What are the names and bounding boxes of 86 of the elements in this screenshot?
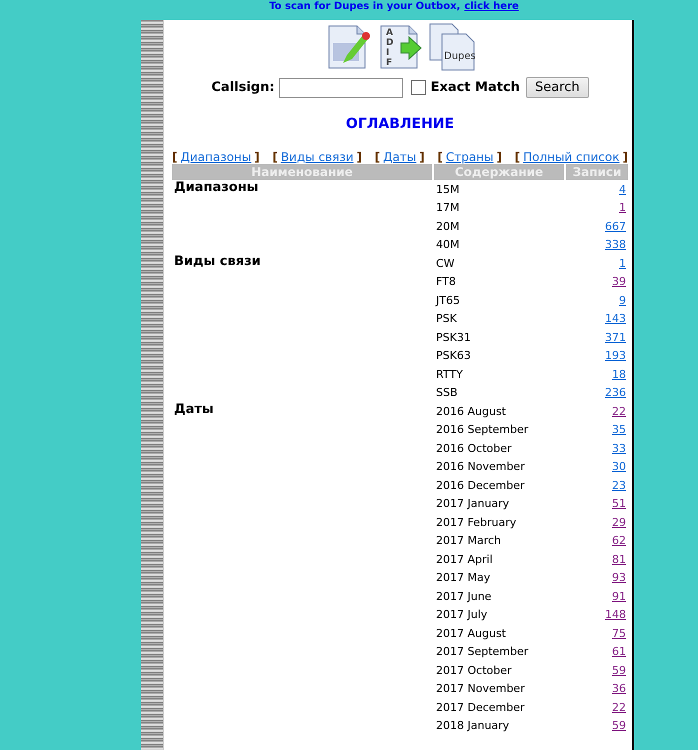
- count-link[interactable]: 143: [605, 312, 626, 326]
- count-link[interactable]: 22: [612, 404, 626, 418]
- count-link[interactable]: 148: [605, 608, 626, 622]
- exact-match-checkbox[interactable]: [410, 80, 426, 95]
- nav-link[interactable]: Даты: [383, 150, 416, 164]
- table-cell-text: 2017 April: [435, 552, 494, 568]
- bracket: ]: [254, 150, 260, 164]
- table-cell-text: 40M: [435, 237, 460, 254]
- group-name: Даты: [173, 402, 215, 419]
- table-cell-text: 2016 September: [435, 422, 530, 438]
- table-cell-text: 20M: [435, 218, 460, 235]
- count-link[interactable]: 1: [619, 201, 626, 214]
- nav-link[interactable]: Диапазоны: [180, 150, 252, 164]
- count-link[interactable]: 59: [612, 664, 626, 677]
- count-link[interactable]: 75: [612, 626, 626, 640]
- bracket: [: [272, 150, 278, 164]
- table-cell-text: 2018 January: [435, 718, 510, 734]
- count-link[interactable]: 4: [619, 182, 626, 196]
- bracket: [: [374, 150, 380, 164]
- count-link[interactable]: 1: [619, 256, 626, 270]
- table-cell-text: JT65: [434, 292, 461, 309]
- count-link[interactable]: 18: [612, 368, 626, 381]
- table-cell-text: 2017 July: [435, 607, 488, 624]
- table-cell-text: 15M: [435, 182, 460, 198]
- table-cell-text: 2016 October: [435, 440, 513, 457]
- bracket: [: [514, 150, 520, 164]
- table-cell-text: 2017 August: [435, 626, 507, 642]
- count-link[interactable]: 23: [612, 478, 626, 492]
- table-cell-text: PSK: [435, 311, 458, 328]
- count-link[interactable]: 193: [605, 349, 626, 362]
- bracket: ]: [419, 150, 425, 164]
- exact-match-label: Exact Match: [430, 80, 520, 95]
- callsign-label: Callsign:: [211, 80, 275, 95]
- table-cell-text: 2017 February: [435, 514, 518, 531]
- nav-link[interactable]: Полный список: [523, 150, 620, 164]
- page-title: ОГЛАВЛЕНИЕ: [344, 116, 456, 132]
- bracket: ]: [622, 150, 628, 164]
- count-link[interactable]: 9: [619, 294, 626, 307]
- table-cell-text: 2017 October: [435, 662, 513, 679]
- notice-text: To scan for Dupes in your Outbox,: [269, 1, 460, 13]
- table-cell-text: RTTY: [435, 366, 464, 383]
- click-here-link[interactable]: click here: [464, 1, 519, 13]
- table-cell-text: 2017 January: [435, 496, 510, 512]
- count-link[interactable]: 30: [612, 460, 626, 474]
- count-link[interactable]: 236: [605, 386, 626, 400]
- count-link[interactable]: 93: [612, 571, 626, 584]
- table-cell-text: SSB: [435, 385, 459, 402]
- nav-link[interactable]: Виды связи: [280, 150, 354, 164]
- count-link[interactable]: 61: [612, 645, 626, 658]
- count-link[interactable]: 33: [612, 442, 626, 455]
- table-cell-text: 2017 September: [435, 644, 530, 660]
- count-link[interactable]: 51: [612, 497, 626, 510]
- count-link[interactable]: 35: [612, 423, 626, 436]
- count-link[interactable]: 36: [612, 682, 626, 696]
- count-link[interactable]: 91: [612, 590, 626, 603]
- search-button[interactable]: Search: [526, 77, 589, 98]
- bracket: ]: [496, 150, 502, 164]
- table-cell-text: 17M: [435, 200, 460, 216]
- table-cell-text: 2016 December: [435, 478, 526, 494]
- table-cell-text: FT8: [435, 274, 457, 290]
- count-link[interactable]: 338: [605, 238, 626, 252]
- table-cell-text: 2017 December: [435, 700, 526, 716]
- table-cell-text: PSK63: [435, 348, 472, 364]
- count-link[interactable]: 22: [612, 700, 626, 714]
- table-cell-text: CW: [435, 256, 456, 272]
- count-link[interactable]: 39: [612, 275, 626, 288]
- table-cell-text: 2016 November: [435, 459, 526, 476]
- table-cell-text: 2016 August: [435, 404, 507, 420]
- table-cell-text: PSK31: [435, 330, 472, 346]
- count-link[interactable]: 59: [612, 719, 626, 732]
- group-name: Виды связи: [173, 254, 262, 271]
- count-link[interactable]: 667: [605, 220, 626, 233]
- table-cell-text: 2017 November: [435, 681, 526, 698]
- table-cell-text: 2017 March: [435, 533, 502, 550]
- table-cell-text: 2017 June: [435, 588, 492, 605]
- count-link[interactable]: 371: [605, 330, 626, 344]
- bracket: ]: [356, 150, 362, 164]
- table-cell-text: 2017 May: [435, 570, 492, 586]
- bracket: [: [172, 150, 178, 164]
- nav-link[interactable]: Страны: [446, 150, 494, 164]
- count-link[interactable]: 62: [612, 534, 626, 548]
- group-name: Диапазоны: [173, 180, 260, 197]
- callsign-field[interactable]: [278, 78, 403, 98]
- count-link[interactable]: 81: [612, 552, 626, 566]
- count-link[interactable]: 29: [612, 516, 626, 529]
- bracket: [: [437, 150, 443, 164]
